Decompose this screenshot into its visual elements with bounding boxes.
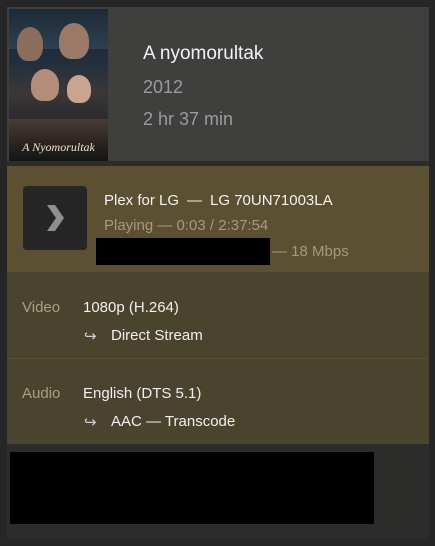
redacted-block <box>96 238 270 265</box>
chevron-right-icon <box>47 205 64 231</box>
movie-title[interactable]: A nyomorultak <box>143 43 263 65</box>
audio-format: English (DTS 5.1) <box>83 385 202 402</box>
playback-session: Plex for LG — LG 70UN71003LA Playing — 0:0… <box>7 166 429 272</box>
redacted-block <box>10 452 374 524</box>
player-name: Plex for LG <box>104 192 180 209</box>
poster-figure <box>67 75 91 103</box>
poster-figure <box>59 23 89 59</box>
bandwidth: — 18 Mbps <box>272 243 349 260</box>
play-button[interactable] <box>23 186 87 250</box>
video-method: Direct Stream <box>111 327 203 344</box>
movie-year: 2012 <box>143 77 184 97</box>
player-device: Plex for LG — LG 70UN71003LA <box>104 192 333 209</box>
device-name: LG 70UN71003LA <box>210 192 333 209</box>
video-format: 1080p (H.264) <box>83 299 179 316</box>
video-label: Video <box>22 299 61 316</box>
transcode-arrow-icon: ↪ <box>84 328 97 345</box>
movie-duration: 2 hr 37 min <box>143 109 234 129</box>
audio-method: AAC — Transcode <box>111 413 236 430</box>
device-separator: — <box>187 192 203 209</box>
poster-title: A Nyomorultak <box>22 140 95 154</box>
media-header: A Nyomorultak A nyomorultak 2012 2 hr 37… <box>7 7 429 161</box>
poster-figure <box>17 27 43 61</box>
poster-figure <box>31 69 59 101</box>
transcode-arrow-icon: ↪ <box>84 414 97 431</box>
playback-progress: Playing — 0:03 / 2:37:54 <box>104 217 269 234</box>
divider <box>7 358 429 359</box>
now-playing-card: A Nyomorultak A nyomorultak 2012 2 hr 37… <box>7 7 429 539</box>
movie-poster[interactable]: A Nyomorultak <box>9 9 108 161</box>
stream-details: Video 1080p (H.264) ↪ Direct Stream Audi… <box>7 272 429 444</box>
audio-label: Audio <box>22 385 61 402</box>
